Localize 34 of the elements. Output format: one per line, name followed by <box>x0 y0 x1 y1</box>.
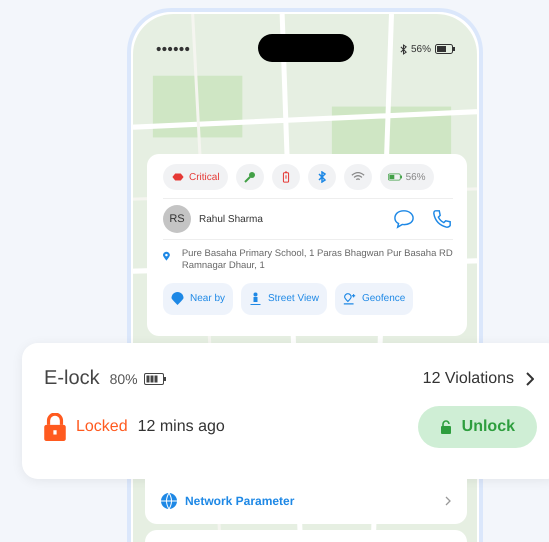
battery-icon <box>388 171 402 183</box>
wifi-icon <box>350 171 365 183</box>
unlock-button[interactable]: Unlock <box>418 406 537 448</box>
location-pin-icon <box>163 250 170 263</box>
network-parameter-row[interactable]: Network Parameter <box>145 478 467 524</box>
chevron-right-icon[interactable] <box>526 372 534 386</box>
key-icon <box>242 171 257 183</box>
geofence-button[interactable]: Geofence <box>334 282 414 315</box>
address-text: Pure Basaha Primary School, 1 Paras Bhagwan Pur Basaha RD Ramnagar Dhaur, 1 <box>182 248 453 273</box>
violations-link[interactable]: 12 Violations <box>422 370 514 388</box>
lock-status: Locked <box>76 418 128 436</box>
critical-chip: Critical <box>163 164 228 190</box>
time-ago: 12 mins ago <box>138 418 225 436</box>
battery-percent: 56% <box>410 44 431 54</box>
avatar: RS <box>163 205 191 233</box>
e-lock-title: E-lock <box>44 367 100 390</box>
street-view-button[interactable]: Street View <box>241 282 327 315</box>
lock-icon <box>44 413 66 441</box>
person-icon <box>249 292 262 306</box>
map-pin-icon <box>171 292 184 306</box>
chevron-right-icon <box>445 496 451 506</box>
battery-chip: 56% <box>380 164 434 190</box>
alert-icon <box>171 171 185 183</box>
phone-icon[interactable] <box>431 209 453 229</box>
nearby-button[interactable]: Near by <box>163 282 234 315</box>
battery-percent: 80% <box>110 370 138 386</box>
bluetooth-icon <box>400 44 407 54</box>
chat-icon[interactable] <box>393 209 415 229</box>
geofence-icon <box>342 292 356 306</box>
battery-icon <box>144 372 166 384</box>
battery-icon <box>435 44 455 54</box>
globe-icon <box>161 493 177 509</box>
driver-name: Rahul Sharma <box>199 214 264 224</box>
open-lock-icon <box>440 420 452 434</box>
